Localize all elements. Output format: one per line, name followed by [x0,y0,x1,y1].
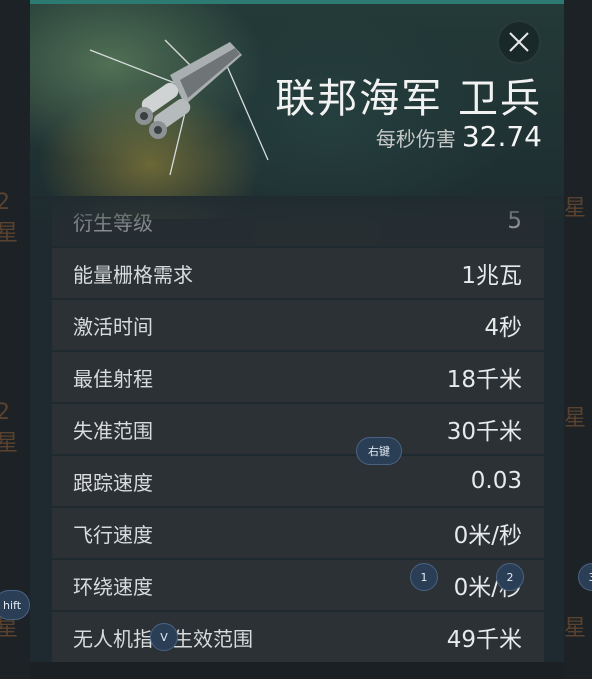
background-left: 2星 2星 星 [0,0,30,679]
attribute-list: 衍生等级 5 能量栅格需求 1兆瓦 激活时间 4秒 最佳射程 18千米 失准范围… [52,196,544,664]
close-icon [509,32,529,52]
attribute-value: 4秒 [484,315,522,341]
attribute-row: 失准范围 30千米 [52,404,544,454]
attribute-row: 激活时间 4秒 [52,300,544,350]
hotkey-badge-1[interactable]: 1 [410,563,438,591]
hotkey-badge-v[interactable]: V [150,623,178,651]
background-star-label: 2星 [0,190,19,246]
attribute-value: 1兆瓦 [461,263,522,289]
attribute-label: 跟踪速度 [73,470,153,495]
drone-ship-image [89,39,269,176]
attribute-label: 环绕速度 [73,574,153,599]
attribute-value: 0.03 [470,468,522,494]
attribute-value: 0米/秒 [453,523,522,549]
attribute-label: 能量栅格需求 [73,262,193,287]
attribute-row: 飞行速度 0米/秒 [52,508,544,558]
right-click-hotkey-badge[interactable]: 右键 [356,437,402,465]
dps-value: 32.74 [461,120,542,153]
attribute-value: 49千米 [446,627,522,653]
attribute-row: 环绕速度 0米/秒 [52,560,544,610]
attribute-row: 跟踪速度 0.03 [52,456,544,506]
dps-label: 每秒伤害 [375,127,456,151]
background-star-label: 星 [564,196,587,221]
attribute-row: 衍生等级 5 [52,196,544,246]
attribute-row: 最佳射程 18千米 [52,352,544,402]
panel-bottom-strip [30,662,564,679]
attribute-value: 18千米 [446,367,522,393]
background-star-label: 星 [564,406,587,431]
background-star-label: 星 [564,616,587,641]
attribute-label: 衍生等级 [73,210,153,235]
drone-name-title: 联邦海军 卫兵 [275,76,542,122]
attribute-label: 飞行速度 [73,522,153,547]
attribute-value: 5 [507,208,522,234]
attribute-row: 无人机指令生效范围 49千米 [52,612,544,662]
hotkey-badge-2[interactable]: 2 [496,563,524,591]
background-star-label: 2星 [0,400,19,456]
shift-hotkey-badge[interactable]: hift [0,590,30,620]
attribute-label: 激活时间 [73,314,153,339]
attribute-value: 30千米 [446,419,522,445]
attribute-label: 失准范围 [73,418,153,443]
dps-readout: 每秒伤害 32.74 [376,120,542,153]
attribute-row: 能量栅格需求 1兆瓦 [52,248,544,298]
close-button[interactable] [497,20,541,64]
attribute-label: 最佳射程 [73,366,153,391]
drone-info-panel: 联邦海军 卫兵 每秒伤害 32.74 衍生等级 5 能量栅格需求 1兆瓦 激活时… [30,0,564,679]
